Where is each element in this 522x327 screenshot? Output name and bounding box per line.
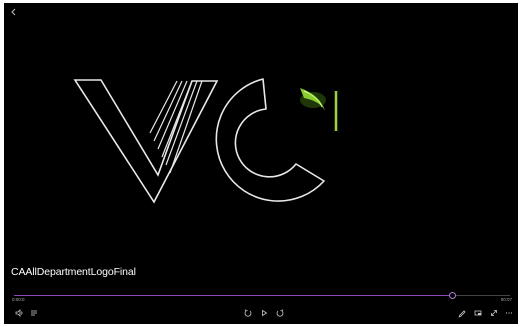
logo-green-accent bbox=[300, 88, 338, 131]
video-player[interactable]: CAAllDepartmentLogoFinal 0:00:0 00:07 bbox=[4, 3, 518, 324]
edit-pencil-icon[interactable] bbox=[456, 307, 468, 319]
back-arrow-icon[interactable] bbox=[8, 6, 20, 18]
video-title: CAAllDepartmentLogoFinal bbox=[11, 266, 136, 278]
mini-view-icon[interactable] bbox=[472, 307, 484, 319]
app-window: CAAllDepartmentLogoFinal 0:00:0 00:07 bbox=[0, 0, 522, 327]
play-icon[interactable] bbox=[258, 307, 270, 319]
skip-forward-30-icon[interactable] bbox=[274, 307, 286, 319]
more-options-icon[interactable] bbox=[503, 307, 515, 319]
seek-bar-progress bbox=[14, 295, 453, 296]
fullscreen-icon[interactable] bbox=[488, 307, 500, 319]
current-time: 0:00:0 bbox=[12, 297, 25, 302]
skip-back-10-icon[interactable] bbox=[242, 307, 254, 319]
volume-icon[interactable] bbox=[13, 307, 25, 319]
subtitles-icon[interactable] bbox=[28, 307, 40, 319]
seek-bar[interactable] bbox=[14, 292, 510, 299]
total-time: 00:07 bbox=[500, 297, 512, 302]
